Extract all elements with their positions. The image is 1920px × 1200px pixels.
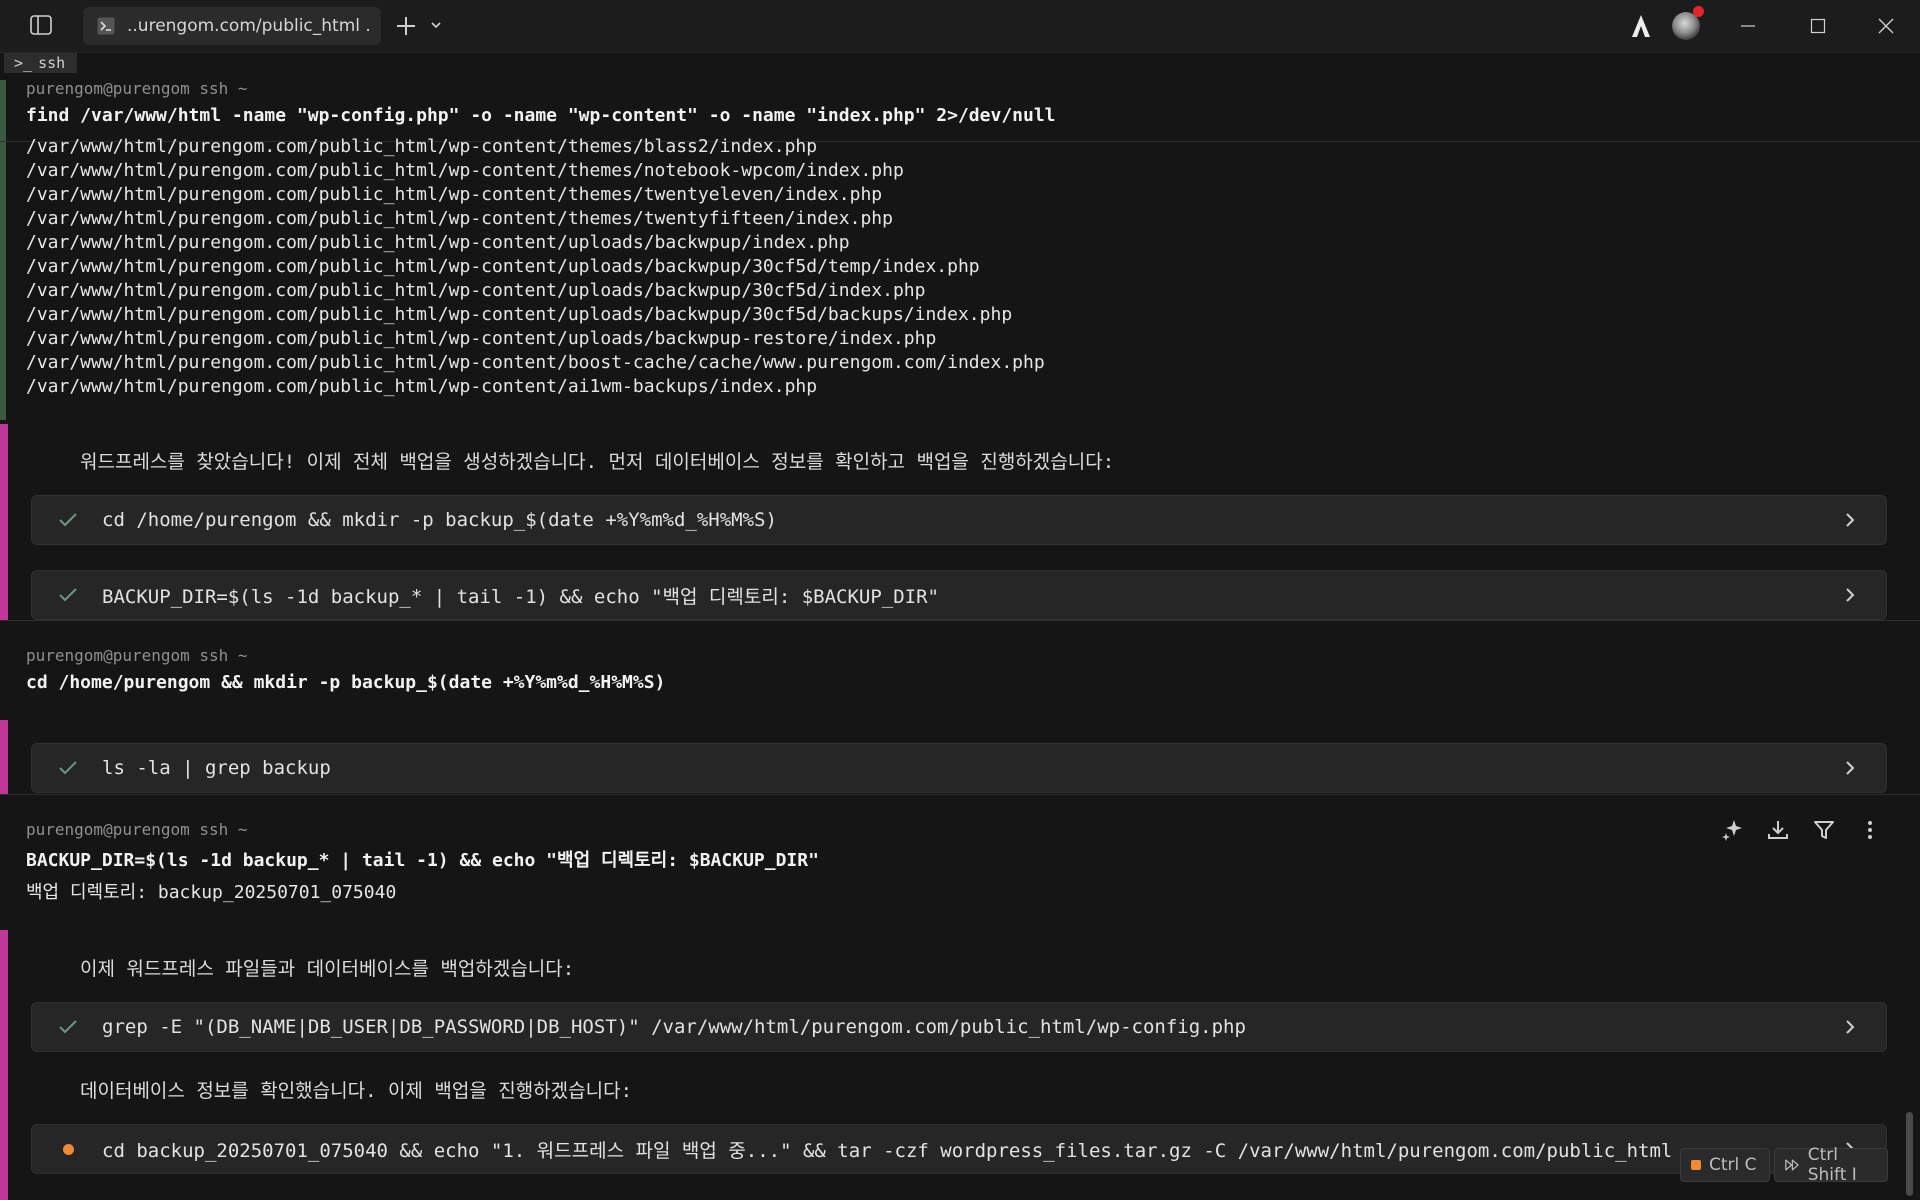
check-icon bbox=[56, 508, 80, 532]
ai-accent bbox=[0, 720, 8, 794]
ai-message: 데이터베이스 정보를 확인했습니다. 이제 백업을 진행하겠습니다: bbox=[80, 1080, 633, 1102]
command-card-text: BACKUP_DIR=$(ls -1d backup_* | tail -1) … bbox=[102, 585, 939, 608]
takeover-button[interactable]: Ctrl Shift I bbox=[1774, 1145, 1888, 1185]
chevron-right-icon bbox=[1846, 761, 1855, 775]
check-icon bbox=[56, 583, 80, 607]
interrupt-button[interactable]: Ctrl C bbox=[1680, 1148, 1770, 1182]
scrollbar[interactable] bbox=[1906, 1112, 1913, 1196]
command-card-text: cd /home/purengom && mkdir -p backup_$(d… bbox=[102, 509, 777, 531]
ai-sparkle-icon[interactable] bbox=[1720, 818, 1744, 842]
title-bar: ..urengom.com/public_html . bbox=[0, 0, 1920, 53]
divider bbox=[0, 794, 1920, 795]
command-output-line: /var/www/html/purengom.com/public_html/w… bbox=[26, 280, 926, 301]
new-tab-icon[interactable] bbox=[395, 15, 417, 37]
ai-message: 워드프레스를 찾았습니다! 이제 전체 백업을 생성하겠습니다. 먼저 데이터베… bbox=[80, 451, 1115, 473]
command-output-line: /var/www/html/purengom.com/public_html/w… bbox=[26, 160, 904, 181]
command-output-line: /var/www/html/purengom.com/public_html/w… bbox=[26, 232, 850, 253]
chevron-right-icon bbox=[1846, 513, 1855, 527]
command-output-line: /var/www/html/purengom.com/public_html/w… bbox=[26, 184, 883, 205]
chevron-down-icon[interactable] bbox=[430, 20, 442, 30]
block-toolbar bbox=[1720, 818, 1882, 842]
close-icon bbox=[1878, 18, 1894, 34]
block-prompt: purengom@purengom ssh ~ bbox=[26, 79, 248, 98]
command-card-text: ls -la | grep backup bbox=[102, 757, 331, 779]
ai-message: 이제 워드프레스 파일들과 데이터베이스를 백업하겠습니다: bbox=[80, 958, 575, 980]
command-card[interactable]: cd /home/purengom && mkdir -p backup_$(d… bbox=[31, 495, 1887, 545]
ai-accent bbox=[0, 930, 8, 1200]
block-command[interactable]: find /var/www/html -name "wp-config.php"… bbox=[26, 105, 1056, 126]
prompt-icon: >_ bbox=[14, 54, 33, 72]
command-output-line: /var/www/html/purengom.com/public_html/w… bbox=[26, 304, 1013, 325]
command-output-line: /var/www/html/purengom.com/public_html/w… bbox=[26, 256, 980, 277]
stop-icon bbox=[1691, 1160, 1701, 1170]
command-card[interactable]: BACKUP_DIR=$(ls -1d backup_* | tail -1) … bbox=[31, 570, 1887, 620]
tab-title: ..urengom.com/public_html . bbox=[127, 16, 371, 36]
download-icon[interactable] bbox=[1766, 818, 1790, 842]
running-status-icon bbox=[56, 1137, 80, 1161]
command-output-line: 백업 디렉토리: backup_20250701_075040 bbox=[26, 882, 397, 903]
command-output-line: /var/www/html/purengom.com/public_html/w… bbox=[26, 136, 818, 157]
minimize-icon bbox=[1741, 25, 1755, 27]
maximize-icon bbox=[1810, 18, 1826, 34]
takeover-label: Ctrl Shift I bbox=[1807, 1145, 1857, 1185]
chevron-right-icon bbox=[1846, 588, 1855, 602]
command-card[interactable]: grep -E "(DB_NAME|DB_USER|DB_PASSWORD|DB… bbox=[31, 1002, 1887, 1052]
tab-active[interactable]: ..urengom.com/public_html . bbox=[83, 7, 381, 45]
block-command[interactable]: BACKUP_DIR=$(ls -1d backup_* | tail -1) … bbox=[26, 846, 819, 872]
command-output-line: /var/www/html/purengom.com/public_html/w… bbox=[26, 352, 1045, 373]
minimize-button[interactable] bbox=[1718, 0, 1778, 52]
command-output-line: /var/www/html/purengom.com/public_html/w… bbox=[26, 376, 818, 397]
block-accent bbox=[0, 80, 6, 420]
command-card-text: grep -E "(DB_NAME|DB_USER|DB_PASSWORD|DB… bbox=[102, 1016, 1246, 1038]
command-card[interactable]: ls -la | grep backup bbox=[31, 743, 1887, 793]
notification-badge bbox=[1693, 6, 1704, 17]
command-card-text: cd backup_20250701_075040 && echo "1. 워드… bbox=[102, 1139, 1673, 1162]
profile-label: ssh bbox=[38, 54, 66, 72]
block-prompt: purengom@purengom ssh ~ bbox=[26, 646, 248, 665]
filter-icon[interactable] bbox=[1812, 818, 1836, 842]
check-icon bbox=[56, 1015, 80, 1039]
more-options-icon[interactable] bbox=[1858, 818, 1882, 842]
sidebar-toggle-icon[interactable] bbox=[30, 15, 52, 35]
maximize-button[interactable] bbox=[1788, 0, 1848, 52]
command-output: /var/www/html/purengom.com/public_html/w… bbox=[26, 135, 1045, 399]
terminal-tab-icon bbox=[97, 17, 115, 35]
ai-accent bbox=[0, 424, 8, 620]
interrupt-label: Ctrl C bbox=[1709, 1155, 1757, 1175]
block-command[interactable]: cd /home/purengom && mkdir -p backup_$(d… bbox=[26, 672, 665, 693]
fast-forward-icon bbox=[1785, 1159, 1799, 1171]
block-prompt: purengom@purengom ssh ~ bbox=[26, 820, 248, 839]
ssh-profile-badge: >_ ssh bbox=[4, 53, 78, 73]
command-card-running[interactable]: cd backup_20250701_075040 && echo "1. 워드… bbox=[31, 1124, 1887, 1174]
divider bbox=[0, 620, 1920, 621]
command-output-line: /var/www/html/purengom.com/public_html/w… bbox=[26, 208, 893, 229]
chevron-right-icon bbox=[1846, 1020, 1855, 1034]
check-icon bbox=[56, 756, 80, 780]
command-output-line: /var/www/html/purengom.com/public_html/w… bbox=[26, 328, 937, 349]
close-button[interactable] bbox=[1856, 0, 1916, 52]
agent-logo-icon[interactable] bbox=[1630, 14, 1652, 38]
